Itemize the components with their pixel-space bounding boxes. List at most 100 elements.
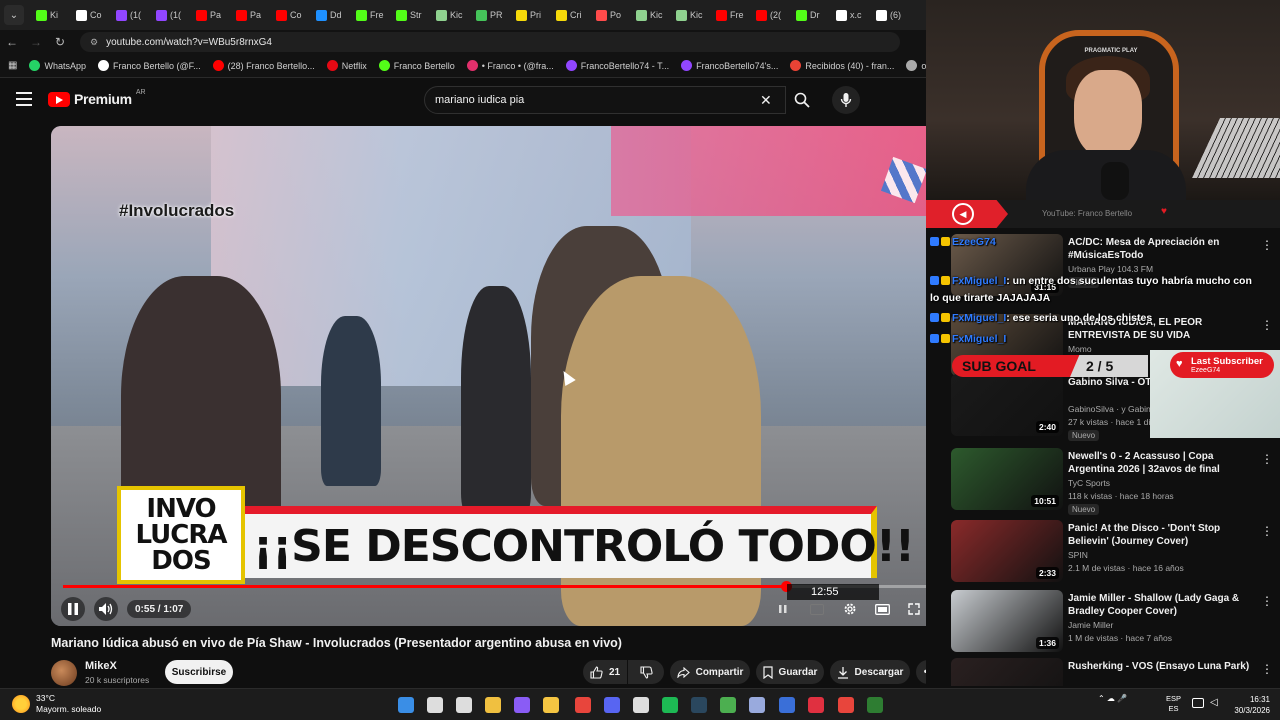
- share-button[interactable]: Compartir: [670, 660, 750, 684]
- browser-tab[interactable]: Fre: [710, 3, 750, 27]
- search-button[interactable]: [786, 86, 818, 114]
- more-options-icon[interactable]: ⋮: [1261, 238, 1273, 252]
- video-thumbnail[interactable]: 1:36: [951, 590, 1063, 652]
- recommended-video[interactable]: 10:51 Newell's 0 - 2 Acassuso | Copa Arge…: [951, 448, 1273, 515]
- save-button[interactable]: Guardar: [756, 660, 824, 684]
- browser-tab[interactable]: Fre: [350, 3, 390, 27]
- bookmark-item[interactable]: (28) Franco Bertello...: [212, 60, 315, 71]
- recommended-video[interactable]: 1:36 Jamie Miller - Shallow (Lady Gaga & …: [951, 590, 1273, 652]
- recommended-title[interactable]: Panic! At the Disco - 'Don't Stop Believ…: [1068, 522, 1256, 548]
- bookmark-item[interactable]: Netflix: [326, 60, 367, 71]
- browser-tab[interactable]: (2(: [750, 3, 790, 27]
- browser-tab[interactable]: Dr: [790, 3, 830, 27]
- video-thumbnail[interactable]: [951, 658, 1063, 686]
- volume-tray-icon[interactable]: ◁: [1210, 697, 1218, 708]
- browser-tab[interactable]: Po: [590, 3, 630, 27]
- discord-icon[interactable]: [604, 697, 620, 713]
- app-icon[interactable]: [633, 697, 649, 713]
- app-icon[interactable]: [867, 697, 883, 713]
- network-icon[interactable]: [1192, 698, 1204, 708]
- system-tray[interactable]: ⌃ ☁ 🎤: [1098, 694, 1127, 703]
- recommended-channel[interactable]: Momo: [1068, 344, 1092, 354]
- browser-tab[interactable]: Co: [70, 3, 110, 27]
- site-info-icon[interactable]: ⚙: [90, 37, 98, 48]
- bookmark-item[interactable]: outlook: [906, 60, 926, 71]
- browser-tab[interactable]: x.c: [830, 3, 870, 27]
- recommended-video[interactable]: Rusherking - VOS (Ensayo Luna Park) ⋮: [951, 658, 1273, 686]
- app-icon[interactable]: [749, 697, 765, 713]
- bookmark-item[interactable]: Franco Bertello (@F...: [97, 60, 201, 71]
- back-button[interactable]: ←: [0, 35, 24, 49]
- browser-tab[interactable]: Kic: [670, 3, 710, 27]
- browser-tab[interactable]: Ki: [30, 3, 70, 27]
- recommended-title[interactable]: AC/DC: Mesa de Apreciación en #MúsicaEsT…: [1068, 236, 1256, 262]
- app-icon[interactable]: [720, 697, 736, 713]
- bookmark-item[interactable]: WhatsApp: [29, 60, 86, 71]
- windows-start-icon[interactable]: [398, 697, 414, 713]
- voice-search-button[interactable]: [832, 86, 860, 114]
- video-thumbnail[interactable]: 2:40: [951, 374, 1063, 436]
- dislike-button[interactable]: [628, 660, 664, 684]
- recommended-channel[interactable]: SPIN: [1068, 550, 1088, 560]
- pause-button[interactable]: [61, 597, 85, 621]
- file-explorer-icon[interactable]: [543, 697, 559, 713]
- app-icon[interactable]: [808, 697, 824, 713]
- bookmark-item[interactable]: • Franco • (@fra...: [466, 60, 554, 71]
- more-options-icon[interactable]: ⋮: [1261, 318, 1273, 332]
- more-options-icon[interactable]: ⋮: [1261, 594, 1273, 608]
- bookmark-item[interactable]: Franco Bertello: [378, 60, 455, 71]
- recommended-title[interactable]: Rusherking - VOS (Ensayo Luna Park): [1068, 660, 1256, 673]
- reload-button[interactable]: ↻: [48, 35, 72, 49]
- browser-tab[interactable]: (6): [870, 3, 910, 27]
- apps-grid-icon[interactable]: ▦: [8, 60, 17, 71]
- search-input[interactable]: mariano iudica pia: [424, 86, 786, 114]
- settings-button[interactable]: [840, 599, 860, 619]
- browser-tab[interactable]: (1(: [150, 3, 190, 27]
- browser-tab[interactable]: Co: [270, 3, 310, 27]
- youtube-logo[interactable]: Premium AR: [48, 89, 146, 107]
- recommended-channel[interactable]: TyC Sports: [1068, 478, 1110, 488]
- recommended-channel[interactable]: Urbana Play 104.3 FM: [1068, 264, 1153, 274]
- browser-tab[interactable]: PR: [470, 3, 510, 27]
- browser-tab[interactable]: Kic: [630, 3, 670, 27]
- like-button[interactable]: 21: [583, 660, 627, 684]
- steam-icon[interactable]: [691, 697, 707, 713]
- menu-icon[interactable]: [16, 92, 32, 106]
- recommended-channel[interactable]: Jamie Miller: [1068, 620, 1113, 630]
- video-thumbnail[interactable]: 10:51: [951, 448, 1063, 510]
- channel-avatar[interactable]: [51, 660, 77, 686]
- search-icon[interactable]: [427, 697, 443, 713]
- browser-tab[interactable]: Pri: [510, 3, 550, 27]
- browser-tab[interactable]: Pa: [190, 3, 230, 27]
- miniplayer-button[interactable]: [871, 599, 893, 619]
- subtitles-button[interactable]: [807, 599, 827, 619]
- bookmark-item[interactable]: Recibidos (40) - fran...: [790, 60, 894, 71]
- autoplay-toggle[interactable]: [769, 600, 797, 618]
- channel-name[interactable]: MikeX: [85, 660, 117, 672]
- recommended-channel[interactable]: GabinoSilva · y Gabin: [1068, 404, 1151, 414]
- browser-tab[interactable]: Pa: [230, 3, 270, 27]
- app-icon[interactable]: [514, 697, 530, 713]
- bookmark-item[interactable]: FrancoBertello74's...: [681, 60, 778, 71]
- tab-search-button[interactable]: ⌄: [4, 5, 24, 25]
- spotify-icon[interactable]: [662, 697, 678, 713]
- video-player[interactable]: #Involucrados INVO LUCRA DOS ¡¡SE DESCON…: [51, 126, 940, 626]
- more-options-icon[interactable]: ⋮: [1261, 452, 1273, 466]
- browser-tab[interactable]: Kic: [430, 3, 470, 27]
- app-icon[interactable]: [779, 697, 795, 713]
- browser-tab[interactable]: Cri: [550, 3, 590, 27]
- browser-tab[interactable]: (1(: [110, 3, 150, 27]
- store-icon[interactable]: [485, 697, 501, 713]
- bookmark-item[interactable]: FrancoBertello74 - T...: [565, 60, 669, 71]
- forward-button[interactable]: →: [24, 35, 48, 49]
- video-thumbnail[interactable]: 2:33: [951, 520, 1063, 582]
- language-indicator[interactable]: ESP ES: [1166, 694, 1181, 714]
- clear-search-icon[interactable]: ✕: [760, 92, 772, 109]
- download-button[interactable]: Descargar: [830, 660, 910, 684]
- more-options-icon[interactable]: ⋮: [1261, 662, 1273, 676]
- recommended-title[interactable]: Newell's 0 - 2 Acassuso | Copa Argentina…: [1068, 450, 1256, 476]
- task-view-icon[interactable]: [456, 697, 472, 713]
- chrome-icon[interactable]: [838, 697, 854, 713]
- address-bar[interactable]: ⚙ youtube.com/watch?v=WBu5r8rnxG4: [80, 32, 900, 52]
- fullscreen-button[interactable]: [904, 599, 924, 619]
